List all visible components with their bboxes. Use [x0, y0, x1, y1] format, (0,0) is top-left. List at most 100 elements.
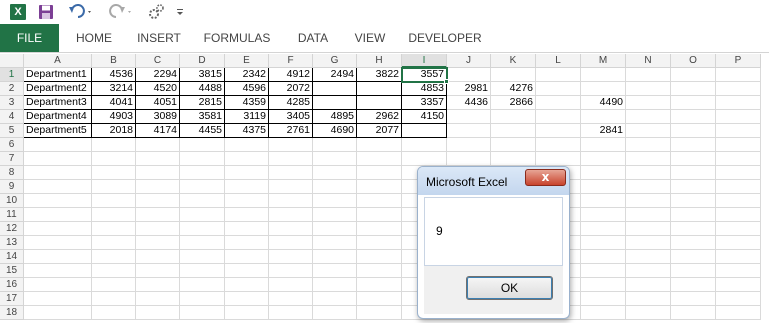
row-header-9[interactable]: 9 [0, 180, 24, 194]
row-header-12[interactable]: 12 [0, 222, 24, 236]
row-header-5[interactable]: 5 [0, 124, 24, 138]
column-header-e[interactable]: E [225, 54, 269, 68]
cell-o8[interactable] [671, 166, 716, 180]
cell-e4[interactable]: 3119 [225, 110, 269, 124]
cell-b12[interactable] [92, 222, 136, 236]
cell-e10[interactable] [225, 194, 269, 208]
cell-a5[interactable]: Department5 [24, 124, 92, 138]
cell-n12[interactable] [626, 222, 671, 236]
column-header-i[interactable]: I [402, 54, 447, 68]
cell-l4[interactable] [536, 110, 581, 124]
cell-g8[interactable] [313, 166, 357, 180]
cell-a7[interactable] [24, 152, 92, 166]
cell-h15[interactable] [357, 264, 402, 278]
cell-p1[interactable] [716, 68, 761, 82]
cell-g5[interactable]: 4690 [313, 124, 357, 138]
cell-g14[interactable] [313, 250, 357, 264]
cell-f1[interactable]: 4912 [269, 68, 313, 82]
cell-p12[interactable] [716, 222, 761, 236]
cell-c3[interactable]: 4051 [136, 96, 180, 110]
cell-e18[interactable] [225, 306, 269, 320]
cell-d7[interactable] [180, 152, 225, 166]
column-header-b[interactable]: B [92, 54, 136, 68]
tab-formulas[interactable]: FORMULAS [197, 24, 277, 52]
cell-a11[interactable] [24, 208, 92, 222]
cell-m5[interactable]: 2841 [581, 124, 626, 138]
cell-c12[interactable] [136, 222, 180, 236]
cell-n2[interactable] [626, 82, 671, 96]
cell-h2[interactable] [357, 82, 402, 96]
cell-n13[interactable] [626, 236, 671, 250]
cell-f6[interactable] [269, 138, 313, 152]
cell-b11[interactable] [92, 208, 136, 222]
tab-file[interactable]: FILE [0, 24, 59, 52]
cell-e8[interactable] [225, 166, 269, 180]
cell-h4[interactable]: 2962 [357, 110, 402, 124]
cell-b8[interactable] [92, 166, 136, 180]
cell-f14[interactable] [269, 250, 313, 264]
cell-a6[interactable] [24, 138, 92, 152]
cell-e15[interactable] [225, 264, 269, 278]
cell-h11[interactable] [357, 208, 402, 222]
cell-m8[interactable] [581, 166, 626, 180]
cell-e3[interactable]: 4359 [225, 96, 269, 110]
cell-o10[interactable] [671, 194, 716, 208]
cell-m4[interactable] [581, 110, 626, 124]
cell-g7[interactable] [313, 152, 357, 166]
select-all-corner[interactable] [0, 54, 24, 68]
cell-o16[interactable] [671, 278, 716, 292]
cell-g13[interactable] [313, 236, 357, 250]
cell-p7[interactable] [716, 152, 761, 166]
cell-i2[interactable]: 4853 [402, 82, 447, 96]
column-header-g[interactable]: G [313, 54, 357, 68]
cell-d1[interactable]: 3815 [180, 68, 225, 82]
cell-e13[interactable] [225, 236, 269, 250]
cell-p14[interactable] [716, 250, 761, 264]
cell-c1[interactable]: 2294 [136, 68, 180, 82]
cell-h6[interactable] [357, 138, 402, 152]
cell-f16[interactable] [269, 278, 313, 292]
cell-o3[interactable] [671, 96, 716, 110]
cell-a18[interactable] [24, 306, 92, 320]
cell-m15[interactable] [581, 264, 626, 278]
cell-h3[interactable] [357, 96, 402, 110]
customize-toolbar-icon[interactable] [174, 2, 186, 22]
cell-m7[interactable] [581, 152, 626, 166]
cell-e9[interactable] [225, 180, 269, 194]
cell-d15[interactable] [180, 264, 225, 278]
tab-insert[interactable]: INSERT [130, 24, 188, 52]
row-header-7[interactable]: 7 [0, 152, 24, 166]
cell-b1[interactable]: 4536 [92, 68, 136, 82]
cell-h13[interactable] [357, 236, 402, 250]
cell-o13[interactable] [671, 236, 716, 250]
cell-a16[interactable] [24, 278, 92, 292]
cell-a2[interactable]: Department2 [24, 82, 92, 96]
cell-g4[interactable]: 4895 [313, 110, 357, 124]
cell-d4[interactable]: 3581 [180, 110, 225, 124]
cell-h18[interactable] [357, 306, 402, 320]
cell-n17[interactable] [626, 292, 671, 306]
undo-icon[interactable] [66, 2, 96, 22]
cell-n16[interactable] [626, 278, 671, 292]
cell-i3[interactable]: 3357 [402, 96, 447, 110]
cell-f4[interactable]: 3405 [269, 110, 313, 124]
row-header-10[interactable]: 10 [0, 194, 24, 208]
cell-d10[interactable] [180, 194, 225, 208]
cell-f3[interactable]: 4285 [269, 96, 313, 110]
cell-n6[interactable] [626, 138, 671, 152]
cell-a15[interactable] [24, 264, 92, 278]
row-header-15[interactable]: 15 [0, 264, 24, 278]
cell-p17[interactable] [716, 292, 761, 306]
cell-k4[interactable] [491, 110, 536, 124]
row-header-13[interactable]: 13 [0, 236, 24, 250]
cell-b15[interactable] [92, 264, 136, 278]
cell-c16[interactable] [136, 278, 180, 292]
tab-developer[interactable]: DEVELOPER [402, 24, 488, 52]
cell-o1[interactable] [671, 68, 716, 82]
cell-b2[interactable]: 3214 [92, 82, 136, 96]
cell-k2[interactable]: 4276 [491, 82, 536, 96]
macro-icon[interactable] [146, 2, 166, 22]
cell-c10[interactable] [136, 194, 180, 208]
cell-a8[interactable] [24, 166, 92, 180]
cell-c9[interactable] [136, 180, 180, 194]
